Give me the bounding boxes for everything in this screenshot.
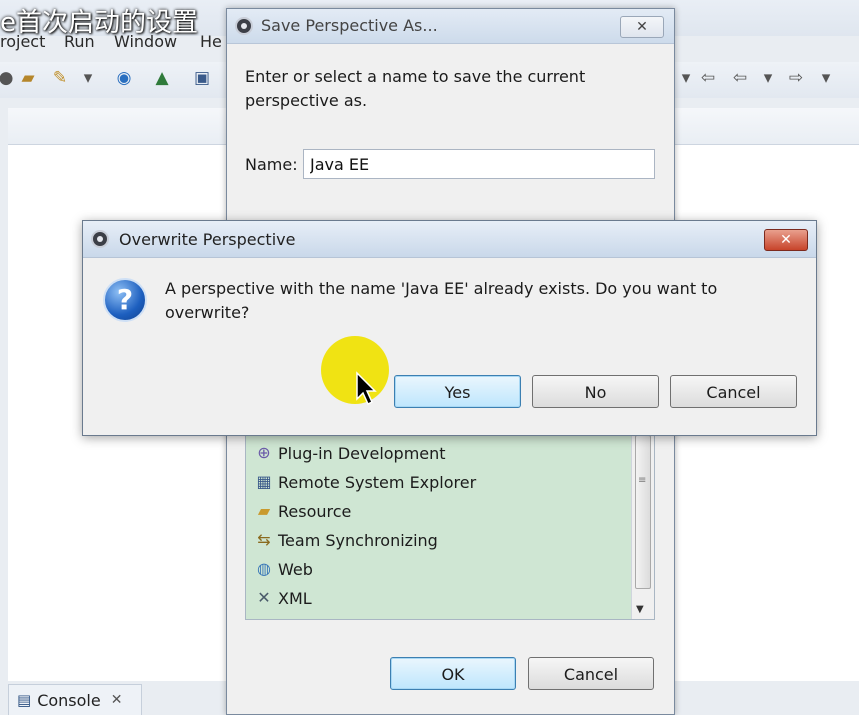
remote-system-icon: ▦ [256,472,272,491]
console-tab-label: Console [37,690,101,710]
back-icon[interactable]: ⇦ [730,68,750,88]
plugin-icon: ⊕ [257,443,271,462]
list-item-label: Remote System Explorer [278,472,477,492]
list-item[interactable]: ✕ XML [254,586,312,610]
list-item-label: XML [278,588,312,608]
perspective-list[interactable]: ⊕ Plug-in Development ▦ Remote System Ex… [245,434,655,620]
tab-console[interactable]: ▤ Console ✕ [8,684,142,715]
open-folder-icon[interactable]: ▰ [18,68,38,88]
list-item[interactable]: ⊕ Plug-in Development [254,441,446,465]
menu-project[interactable]: roject [0,32,45,51]
list-item[interactable]: ◍ Web [254,557,313,581]
no-button[interactable]: No [532,375,659,408]
save-dialog-close-button[interactable]: ✕ [620,16,664,38]
name-input[interactable] [303,149,655,179]
web-icon: ◍ [257,559,271,578]
scroll-down-icon[interactable]: ▼ [636,604,644,615]
menu-run[interactable]: Run [64,32,95,51]
forward-icon[interactable]: ⇨ [786,68,806,88]
last-edit-icon[interactable]: ⇦ [698,68,718,88]
ok-button[interactable]: OK [390,657,516,690]
team-sync-icon: ⇆ [257,530,271,549]
overwrite-dialog-title: Overwrite Perspective [119,230,296,249]
folder-icon: ▰ [257,501,271,520]
eclipse-icon [235,17,253,35]
list-item-label: Web [278,559,313,579]
build-icon[interactable]: ✎ [50,68,70,88]
globe-icon[interactable]: ◉ [114,68,134,88]
new-icon[interactable]: ● [0,68,16,88]
save-dialog-description: Enter or select a name to save the curre… [245,67,586,110]
cancel-button[interactable]: Cancel [528,657,654,690]
list-item[interactable]: ▰ Resource [254,499,352,523]
console-icon: ▤ [17,691,32,709]
scroll-thumb[interactable]: ≡ [635,435,651,589]
list-item[interactable]: ▦ Remote System Explorer [254,470,476,494]
xml-icon: ✕ [257,588,271,607]
menu-window[interactable]: Window [114,32,177,51]
cancel-button[interactable]: Cancel [670,375,797,408]
name-label: Name: [245,155,298,174]
list-scrollbar[interactable]: ≡ ▼ [631,435,654,619]
close-icon[interactable]: ✕ [111,692,123,708]
chevron-down-icon[interactable]: ▾ [78,68,98,88]
list-item-label: Plug-in Development [278,443,446,463]
eclipse-icon [91,230,109,248]
grip-icon: ≡ [638,475,647,486]
menu-bar: roject Run Window He [0,32,260,54]
save-dialog-title-bar: Save Perspective As... ✕ [227,9,674,44]
monitor-icon[interactable]: ▣ [192,68,212,88]
question-icon: ? [103,278,147,322]
run-icon[interactable]: ▲ [152,68,172,88]
save-dialog-title: Save Perspective As... [261,16,438,35]
yes-button[interactable]: Yes [394,375,521,408]
list-item-label: Team Synchronizing [278,530,438,550]
overwrite-dialog-close-button[interactable]: ✕ [764,229,808,251]
overwrite-perspective-dialog: Overwrite Perspective ✕ ? A perspective … [82,220,817,436]
list-item[interactable]: ⇆ Team Synchronizing [254,528,438,552]
chevron-down-icon[interactable]: ▾ [816,68,836,88]
overwrite-message: A perspective with the name 'Java EE' al… [165,279,718,322]
chevron-down-icon[interactable]: ▾ [676,68,696,88]
list-item-label: Resource [278,501,352,521]
mouse-pointer-icon [356,371,377,406]
menu-help[interactable]: He [200,32,222,51]
overwrite-dialog-title-bar: Overwrite Perspective ✕ [83,221,816,258]
chevron-down-icon[interactable]: ▾ [758,68,778,88]
